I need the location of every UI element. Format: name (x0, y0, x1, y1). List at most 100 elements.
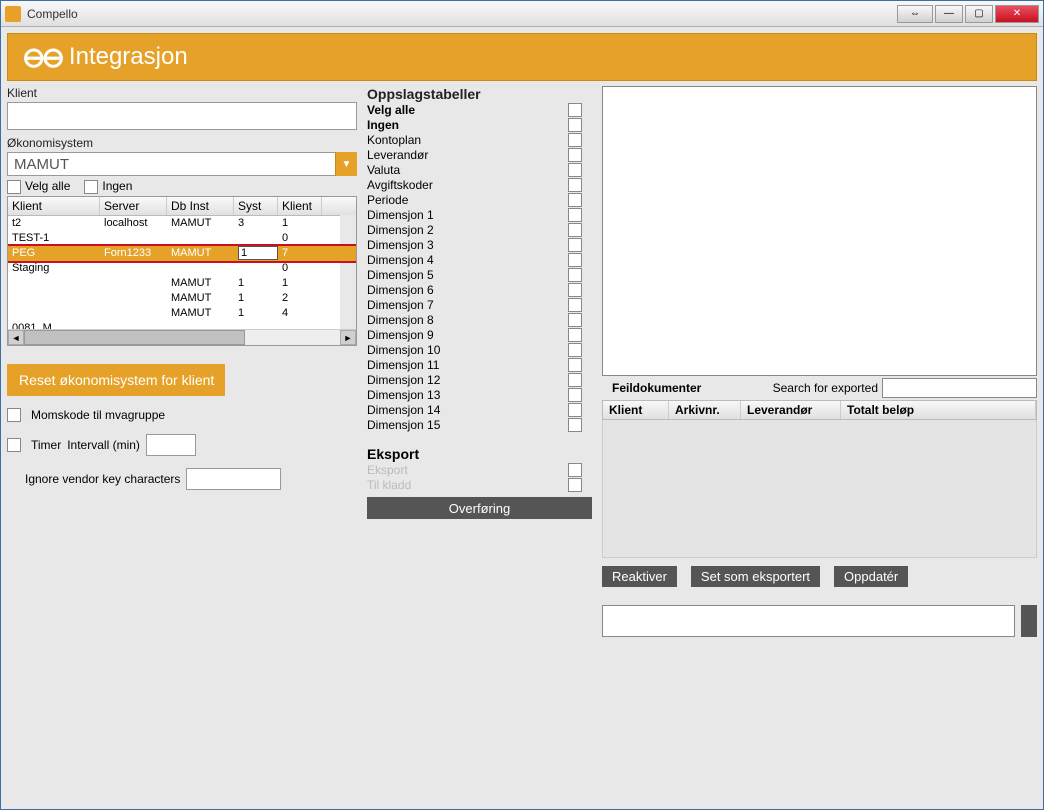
search-exported-label: Search for exported (773, 381, 882, 395)
momskode-checkbox[interactable] (7, 408, 21, 422)
lookup-item-label: Dimensjon 4 (367, 253, 434, 267)
col-dbinst[interactable]: Db Inst (167, 197, 234, 215)
lookup-item-label: Dimensjon 14 (367, 403, 440, 417)
feil-col-arkiv[interactable]: Arkivnr. (669, 401, 741, 419)
lookup-item-checkbox[interactable] (568, 418, 582, 432)
lookup-item-checkbox[interactable] (568, 313, 582, 327)
lookup-item-checkbox[interactable] (568, 253, 582, 267)
bottom-submit-button[interactable] (1021, 605, 1037, 637)
lookup-item-label: Dimensjon 13 (367, 388, 440, 402)
eksport-title: Eksport (367, 446, 592, 462)
lookup-item-label: Avgiftskoder (367, 178, 433, 192)
eksport-item-label: Til kladd (367, 478, 411, 492)
lookup-item-label: Kontoplan (367, 133, 421, 147)
lookup-item-checkbox[interactable] (568, 343, 582, 357)
lookup-item-label: Dimensjon 9 (367, 328, 434, 342)
table-vscroll[interactable] (340, 215, 356, 329)
col-server[interactable]: Server (100, 197, 167, 215)
table-row[interactable]: MAMUT14 (8, 306, 356, 321)
col-syst[interactable]: Syst (234, 197, 278, 215)
klient-input[interactable] (7, 102, 357, 130)
timer-label: Timer (31, 438, 61, 452)
eksport-item-label: Eksport (367, 463, 408, 477)
lookup-item-label: Dimensjon 10 (367, 343, 440, 357)
feildokumenter-label: Feildokumenter (602, 379, 711, 397)
velg-alle-label: Velg alle (25, 179, 70, 193)
lookup-item-checkbox[interactable] (568, 283, 582, 297)
lookup-item-label: Dimensjon 7 (367, 298, 434, 312)
col-klient[interactable]: Klient (8, 197, 100, 215)
lookup-item-label: Valuta (367, 163, 400, 177)
lookup-item-checkbox[interactable] (568, 133, 582, 147)
momskode-label: Momskode til mvagruppe (31, 408, 165, 422)
lookup-item-checkbox[interactable] (568, 388, 582, 402)
feil-col-belop[interactable]: Totalt beløp (841, 401, 1036, 419)
feil-col-lev[interactable]: Leverandør (741, 401, 841, 419)
lookup-item-checkbox[interactable] (568, 178, 582, 192)
chevron-down-icon[interactable]: ▼ (335, 152, 357, 176)
okonomisystem-value[interactable] (7, 152, 357, 176)
lookup-item-checkbox[interactable] (568, 103, 582, 117)
table-row[interactable]: TEST-10 (8, 231, 356, 246)
scroll-left-icon[interactable]: ◄ (8, 330, 24, 345)
ignore-vendor-input[interactable] (186, 468, 281, 490)
table-row[interactable]: t2localhostMAMUT31 (8, 216, 356, 231)
oppdater-button[interactable]: Oppdatér (834, 566, 908, 587)
velg-alle-checkbox[interactable] (7, 180, 21, 194)
syst-input[interactable] (238, 246, 278, 260)
eksport-item-checkbox[interactable] (568, 463, 582, 477)
lookup-item-checkbox[interactable] (568, 268, 582, 282)
window-navigate-button[interactable]: ⇔ (897, 5, 933, 23)
table-row[interactable]: Staging0 (8, 261, 356, 276)
lookup-item-label: Dimensjon 3 (367, 238, 434, 252)
maximize-button[interactable]: ▢ (965, 5, 993, 23)
titlebar: Compello ⇔ — ▢ ✕ (1, 1, 1043, 27)
reaktiver-button[interactable]: Reaktiver (602, 566, 677, 587)
lookup-item-checkbox[interactable] (568, 223, 582, 237)
lookup-item-checkbox[interactable] (568, 238, 582, 252)
window-title: Compello (27, 7, 897, 21)
timer-checkbox[interactable] (7, 438, 21, 452)
ingen-checkbox[interactable] (84, 180, 98, 194)
klient-label: Klient (7, 86, 357, 100)
lookup-item-checkbox[interactable] (568, 148, 582, 162)
lookup-item-checkbox[interactable] (568, 193, 582, 207)
search-exported-input[interactable] (882, 378, 1037, 398)
table-hscroll[interactable]: ◄ ► (8, 329, 356, 345)
lookup-item-checkbox[interactable] (568, 163, 582, 177)
lookup-item-checkbox[interactable] (568, 328, 582, 342)
page-title: Integrasjon (69, 43, 188, 71)
lookup-item-checkbox[interactable] (568, 118, 582, 132)
lookup-item-checkbox[interactable] (568, 373, 582, 387)
set-eksportert-button[interactable]: Set som eksportert (691, 566, 820, 587)
lookup-item-checkbox[interactable] (568, 358, 582, 372)
close-button[interactable]: ✕ (995, 5, 1039, 23)
bottom-text-input[interactable] (602, 605, 1015, 637)
lookup-item-checkbox[interactable] (568, 298, 582, 312)
oppslagstabeller-title: Oppslagstabeller (367, 86, 592, 102)
klient-table: Klient Server Db Inst Syst Klient t2loca… (7, 196, 357, 346)
scroll-right-icon[interactable]: ► (340, 330, 356, 345)
scroll-thumb[interactable] (24, 330, 245, 345)
lookup-item-checkbox[interactable] (568, 208, 582, 222)
lookup-item-checkbox[interactable] (568, 403, 582, 417)
overforing-button[interactable]: Overføring (367, 497, 592, 519)
table-row[interactable]: MAMUT11 (8, 276, 356, 291)
lookup-item-label: Dimensjon 2 (367, 223, 434, 237)
table-row[interactable]: PEGForn1233MAMUT7 (8, 246, 356, 261)
lookup-item-label: Dimensjon 12 (367, 373, 440, 387)
preview-panel (602, 86, 1037, 376)
lookup-item-label: Velg alle (367, 103, 415, 117)
lookup-item-label: Dimensjon 6 (367, 283, 434, 297)
feil-col-klient[interactable]: Klient (603, 401, 669, 419)
lookup-item-label: Leverandør (367, 148, 428, 162)
lookup-item-label: Dimensjon 15 (367, 418, 440, 432)
col-klientn[interactable]: Klient (278, 197, 322, 215)
intervall-input[interactable] (146, 434, 196, 456)
feildokumenter-table (602, 420, 1037, 558)
minimize-button[interactable]: — (935, 5, 963, 23)
eksport-item-checkbox[interactable] (568, 478, 582, 492)
table-row[interactable]: MAMUT12 (8, 291, 356, 306)
reset-okonomisystem-button[interactable]: Reset økonomisystem for klient (7, 364, 225, 396)
okonomisystem-dropdown[interactable]: ▼ (7, 152, 357, 176)
